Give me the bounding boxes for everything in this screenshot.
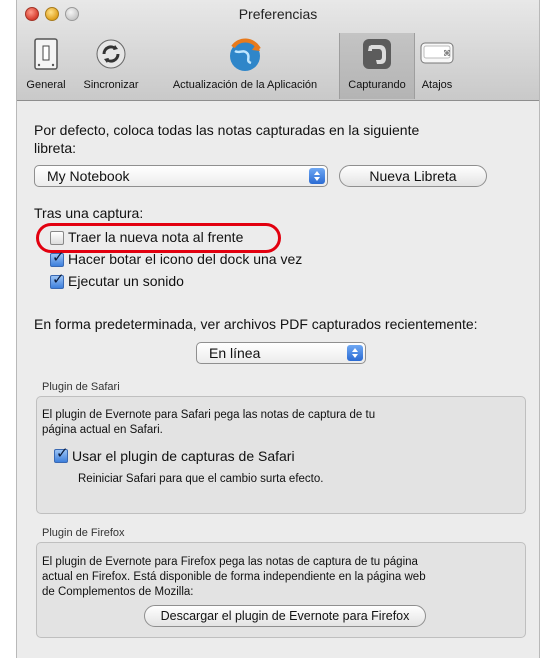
switch-icon [31, 37, 61, 74]
keyboard-key-icon: ⌘ [419, 37, 455, 70]
safari-desc-line2: página actual en Safari. [42, 424, 163, 436]
safari-plugin-checkbox[interactable]: ✓ [54, 445, 69, 463]
firefox-desc-line1: El plugin de Evernote para Firefox pega … [42, 556, 418, 568]
play-sound-checkbox[interactable]: ✓ [50, 271, 65, 289]
new-notebook-button[interactable]: Nueva Libreta [339, 165, 487, 187]
checkmark-icon: ✓ [52, 271, 65, 288]
select-arrows-icon [309, 168, 325, 184]
bounce-dock-checkbox[interactable]: ✓ [50, 249, 65, 267]
tab-capturing[interactable]: Capturando [339, 33, 415, 99]
bring-note-front-label: Traer la nueva nota al frente [68, 229, 244, 245]
tab-shortcuts-label: Atajos [421, 79, 453, 91]
notebook-select-value: My Notebook [47, 168, 130, 184]
safari-desc-line1: El plugin de Evernote para Safari pega l… [42, 409, 376, 421]
pdf-view-select[interactable]: En línea [196, 342, 366, 364]
notebook-prompt-line2: libreta: [34, 140, 77, 156]
firefox-desc-line2: actual en Firefox. Está disponible de fo… [42, 571, 426, 583]
notebook-prompt-line1: Por defecto, coloca todas las notas capt… [34, 122, 420, 138]
safari-plugin-label: Usar el plugin de capturas de Safari [72, 448, 295, 464]
toolbar: Preferencias General Sincronizar Actuali… [17, 0, 539, 101]
tab-app-update-label: Actualización de la Aplicación [172, 79, 318, 91]
tab-capturing-label: Capturando [348, 79, 406, 91]
globe-update-icon [227, 37, 263, 76]
play-sound-label: Ejecutar un sonido [68, 273, 184, 289]
svg-text:⌘: ⌘ [443, 49, 451, 58]
window-title: Preferencias [238, 6, 318, 22]
select-arrows-icon [347, 345, 363, 361]
tab-shortcuts[interactable]: ⌘ Atajos [415, 33, 459, 99]
pdf-view-select-value: En línea [209, 345, 261, 361]
notebook-select[interactable]: My Notebook [34, 165, 328, 187]
bring-note-front-checkbox[interactable] [50, 231, 64, 245]
bounce-dock-label: Hacer botar el icono del dock una vez [68, 251, 303, 267]
download-firefox-plugin-button[interactable]: Descargar el plugin de Evernote para Fir… [144, 605, 426, 627]
checkmark-icon: ✓ [52, 249, 65, 266]
firefox-group-label: Plugin de Firefox [42, 527, 125, 539]
tab-general[interactable]: General [19, 33, 73, 99]
sync-icon [94, 37, 128, 74]
checkmark-icon: ✓ [56, 445, 69, 462]
after-capture-label: Tras una captura: [34, 205, 144, 221]
safari-restart-note: Reiniciar Safari para que el cambio surt… [78, 473, 324, 485]
tab-general-label: General [26, 79, 66, 91]
elephant-icon [361, 37, 393, 74]
tab-app-update[interactable]: Actualización de la Aplicación [151, 33, 339, 99]
firefox-desc-line3: de Complementos de Mozilla: [42, 586, 194, 598]
safari-group-label: Plugin de Safari [42, 381, 120, 393]
tab-sync-label: Sincronizar [83, 79, 139, 91]
tab-sync[interactable]: Sincronizar [73, 33, 149, 99]
pdf-view-label: En forma predeterminada, ver archivos PD… [34, 316, 478, 332]
